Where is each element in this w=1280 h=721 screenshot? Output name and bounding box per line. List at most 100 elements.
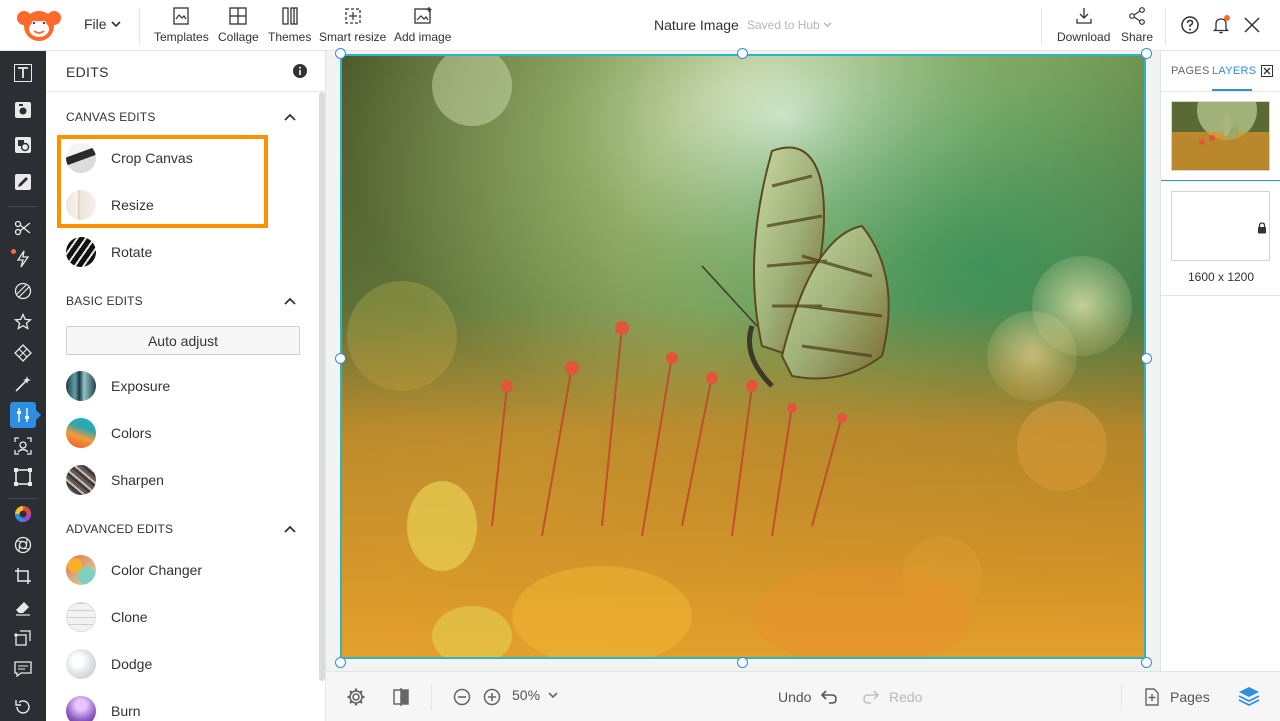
- resize-handle-right[interactable]: [1141, 353, 1152, 364]
- themes-label: Themes: [268, 30, 312, 44]
- themes-button[interactable]: Themes: [268, 6, 311, 44]
- rail-blur-button[interactable]: [11, 533, 35, 557]
- pages-label: Pages: [1170, 689, 1210, 705]
- resize-handle-left[interactable]: [335, 353, 346, 364]
- resize-label: Resize: [111, 197, 154, 213]
- add-page-icon: [1145, 688, 1159, 706]
- adjust-icon: [17, 408, 29, 422]
- burn-item[interactable]: Burn: [66, 695, 286, 721]
- colors-item[interactable]: Colors: [66, 417, 286, 449]
- rail-color-button[interactable]: [11, 502, 35, 526]
- canvas-settings-button[interactable]: [346, 687, 366, 707]
- chevron-up-icon[interactable]: [284, 525, 296, 533]
- rotate-thumbnail: [66, 237, 96, 267]
- rail-stickers-button[interactable]: [11, 310, 35, 334]
- color-wheel-icon: [15, 506, 31, 522]
- crop-icon: [15, 568, 31, 584]
- tab-layers[interactable]: LAYERS: [1212, 65, 1256, 77]
- document-title[interactable]: Nature Image: [654, 17, 739, 33]
- close-icon[interactable]: [1242, 15, 1262, 35]
- panel-scrollbar[interactable]: [319, 92, 325, 681]
- sharpen-item[interactable]: Sharpen: [66, 464, 286, 496]
- notification-bell-icon[interactable]: [1211, 15, 1231, 35]
- smart-resize-button[interactable]: Smart resize: [319, 6, 386, 44]
- rail-touchup-button[interactable]: [11, 434, 35, 458]
- templates-button[interactable]: Templates: [154, 6, 209, 44]
- background-layer[interactable]: [1171, 191, 1270, 261]
- layers-toggle-button[interactable]: [1238, 685, 1260, 707]
- zoom-level-dropdown[interactable]: 50%: [512, 687, 558, 703]
- close-panel-icon[interactable]: [1261, 65, 1273, 77]
- chevron-up-icon[interactable]: [284, 113, 296, 121]
- chevron-down-icon: [823, 22, 832, 28]
- draw-icon: [15, 174, 31, 190]
- resize-handle-bottom[interactable]: [737, 657, 748, 668]
- undo-icon: [821, 690, 838, 704]
- rail-photo-button[interactable]: [11, 98, 35, 122]
- layer-image-thumbnail[interactable]: [1171, 101, 1270, 171]
- info-icon[interactable]: [293, 64, 307, 78]
- pages-button[interactable]: Pages: [1142, 687, 1210, 707]
- auto-adjust-button[interactable]: Auto adjust: [66, 326, 300, 355]
- add-image-label: Add image: [394, 30, 452, 44]
- rail-history-button[interactable]: [11, 695, 35, 719]
- undo-button[interactable]: Undo: [778, 687, 839, 707]
- zoom-out-button[interactable]: [452, 687, 472, 707]
- resize-handle-top-right[interactable]: [1141, 48, 1152, 59]
- add-image-button[interactable]: Add image: [394, 6, 451, 44]
- resize-handle-bottom-right[interactable]: [1141, 657, 1152, 668]
- download-button[interactable]: Download: [1057, 6, 1110, 44]
- collage-button[interactable]: Collage: [218, 6, 259, 44]
- pattern-icon: [14, 344, 32, 362]
- save-status-dropdown[interactable]: Saved to Hub: [747, 18, 832, 32]
- exposure-item[interactable]: Exposure: [66, 370, 286, 402]
- compare-button[interactable]: [391, 687, 411, 707]
- redo-button[interactable]: Redo: [861, 687, 922, 707]
- rail-effects-button[interactable]: [11, 247, 35, 271]
- rail-transform-button[interactable]: [11, 626, 35, 650]
- rail-graphics-button[interactable]: [11, 133, 35, 157]
- rail-retouch-button[interactable]: [11, 372, 35, 396]
- zoom-in-button[interactable]: [482, 687, 502, 707]
- canvas-dimensions: 1600 x 1200: [1187, 270, 1255, 284]
- rail-crop-button[interactable]: [11, 564, 35, 588]
- bottom-divider: [431, 684, 432, 710]
- resize-handle-top[interactable]: [737, 48, 748, 59]
- layers-panel: PAGES LAYERS 1600 x 1200: [1160, 51, 1280, 671]
- rail-cutout-button[interactable]: [11, 216, 35, 240]
- crop-canvas-item[interactable]: Crop Canvas: [66, 142, 286, 174]
- clone-item[interactable]: Clone: [66, 601, 286, 633]
- resize-handle-top-left[interactable]: [335, 48, 346, 59]
- rail-comments-button[interactable]: [11, 657, 35, 681]
- rail-textures-button[interactable]: [11, 279, 35, 303]
- dodge-item[interactable]: Dodge: [66, 648, 286, 680]
- crop-canvas-label: Crop Canvas: [111, 150, 193, 166]
- camera-icon: [15, 102, 31, 118]
- tab-pages[interactable]: PAGES: [1171, 65, 1210, 77]
- share-button[interactable]: Share: [1121, 6, 1153, 44]
- file-menu-button[interactable]: File: [84, 16, 121, 32]
- picmonkey-logo[interactable]: [14, 5, 64, 45]
- color-changer-thumbnail: [66, 555, 96, 585]
- rail-text-button[interactable]: [11, 61, 35, 85]
- resize-handle-bottom-left[interactable]: [335, 657, 346, 668]
- bottom-divider: [1121, 684, 1122, 710]
- cut-icon: [14, 220, 31, 236]
- burn-thumbnail: [66, 696, 96, 721]
- help-icon[interactable]: [1180, 15, 1200, 35]
- rotate-item[interactable]: Rotate: [66, 236, 286, 268]
- sharpen-thumbnail: [66, 465, 96, 495]
- canvas-image[interactable]: [340, 54, 1146, 659]
- layer-divider: [1161, 295, 1280, 296]
- color-changer-item[interactable]: Color Changer: [66, 554, 286, 586]
- rail-edits-button[interactable]: [10, 402, 41, 428]
- rail-eraser-button[interactable]: [11, 595, 35, 619]
- color-changer-label: Color Changer: [111, 562, 203, 578]
- chevron-up-icon[interactable]: [284, 297, 296, 305]
- top-bar: File Templates Collage Themes Smart resi…: [0, 0, 1280, 51]
- rail-patterns-button[interactable]: [11, 341, 35, 365]
- rail-draw-button[interactable]: [11, 170, 35, 194]
- text-icon: [14, 64, 32, 82]
- rail-frames-button[interactable]: [11, 465, 35, 489]
- resize-item[interactable]: Resize: [66, 189, 286, 221]
